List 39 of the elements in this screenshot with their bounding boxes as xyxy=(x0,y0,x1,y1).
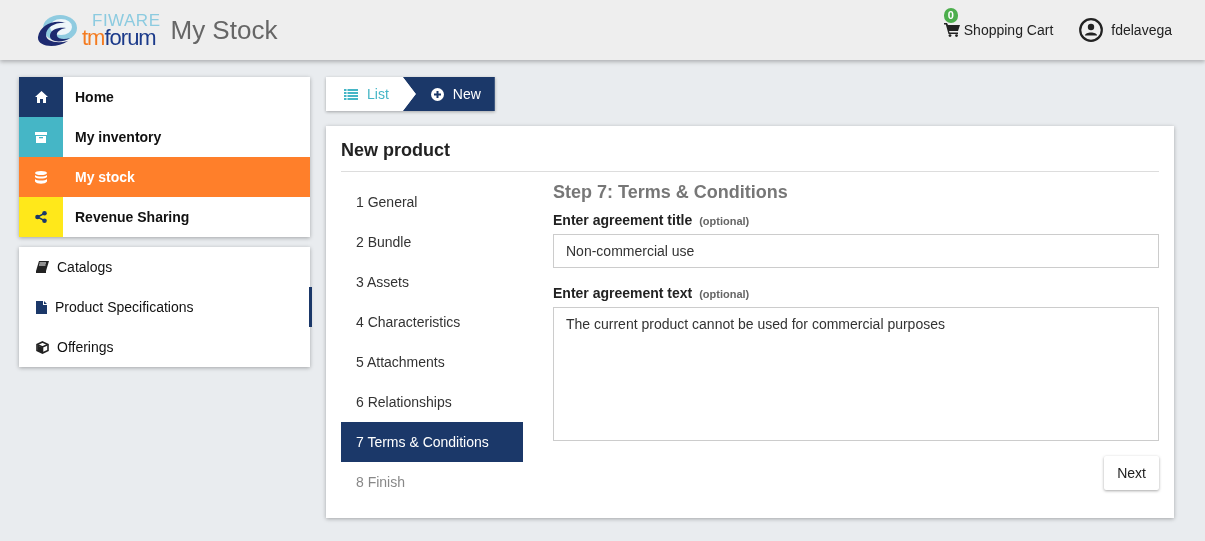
plus-circle-icon xyxy=(430,87,444,101)
menu-item[interactable]: Catalogs xyxy=(19,247,310,287)
book-icon xyxy=(36,261,49,273)
step-title: Step 7: Terms & Conditions xyxy=(553,182,789,203)
database-icon xyxy=(35,170,47,184)
cart-count-badge: 0 xyxy=(943,8,958,23)
cube-icon xyxy=(36,340,49,354)
shopping-cart-link[interactable]: 0 Shopping Cart xyxy=(943,8,1054,38)
agreement-text-field[interactable]: The current product cannot be used for commercial purposes xyxy=(553,307,1159,441)
menu-item[interactable]: Home xyxy=(19,77,310,117)
cart-icon xyxy=(943,23,960,37)
wizard-step[interactable]: 7 Terms & Conditions xyxy=(341,422,523,462)
logo-swirl-icon xyxy=(36,13,78,47)
wizard-step[interactable]: 3 Assets xyxy=(341,262,523,302)
archive-icon xyxy=(35,131,47,143)
logo-text: tmforum xyxy=(82,26,156,49)
field-label: Enter agreement title (optional) xyxy=(553,212,751,228)
field-label: Enter agreement text (optional) xyxy=(553,285,751,301)
breadcrumb-tab[interactable]: New xyxy=(402,77,495,111)
user-menu[interactable]: fdelavega xyxy=(1079,18,1172,42)
next-button[interactable]: Next xyxy=(1104,456,1159,490)
logo-text: FIWARE xyxy=(91,11,161,29)
panel-title: New product xyxy=(341,140,1159,172)
menu-item[interactable]: Product Specifications xyxy=(19,287,310,327)
wizard-step[interactable]: 6 Relationships xyxy=(341,382,523,422)
wizard-step[interactable]: 5 Attachments xyxy=(341,342,523,382)
list-icon xyxy=(344,88,358,100)
home-icon xyxy=(34,91,48,103)
file-icon xyxy=(36,300,47,314)
wizard-step[interactable]: 2 Bundle xyxy=(341,222,523,262)
app-title: My Stock xyxy=(170,14,278,46)
user-avatar-icon xyxy=(1079,18,1104,42)
wizard-step[interactable]: 1 General xyxy=(341,182,523,222)
share-icon xyxy=(35,211,47,223)
agreement-title-field[interactable]: Non-commercial use xyxy=(553,234,1159,268)
menu-item[interactable]: Offerings xyxy=(19,327,310,367)
menu-item[interactable]: Revenue Sharing xyxy=(19,197,310,237)
wizard-step[interactable]: 4 Characteristics xyxy=(341,302,523,342)
menu-item[interactable]: My inventory xyxy=(19,117,310,157)
